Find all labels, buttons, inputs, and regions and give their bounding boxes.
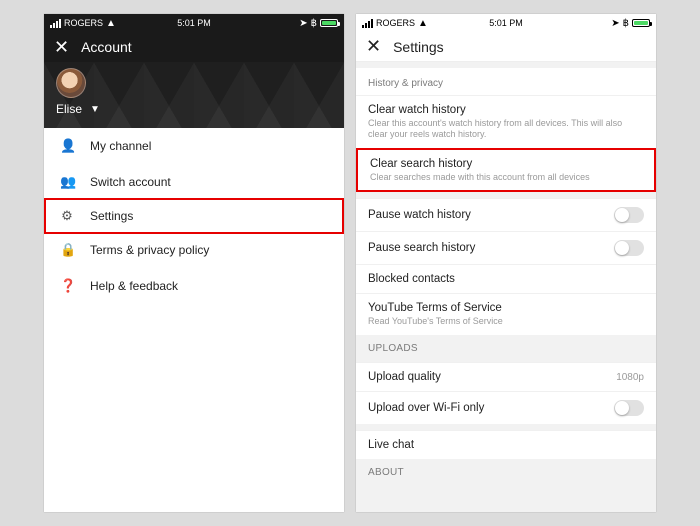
item-clear-search-history[interactable]: Clear search history Clear searches made… — [356, 148, 656, 193]
account-switcher[interactable]: Elise ▼ — [56, 102, 332, 120]
status-bar: ROGERS ▲ 5:01 PM ➤ ฿ — [44, 14, 344, 32]
carrier-label: ROGERS — [376, 18, 415, 28]
item-youtube-tos[interactable]: YouTube Terms of Service Read YouTube's … — [356, 293, 656, 335]
menu-terms[interactable]: 🔒 Terms & privacy policy — [44, 232, 344, 268]
section-history-privacy: History & privacy — [356, 68, 656, 95]
item-clear-watch-history[interactable]: Clear watch history Clear this account's… — [356, 95, 656, 148]
accounts-icon: 👥 — [60, 174, 74, 190]
item-title: YouTube Terms of Service — [368, 302, 644, 314]
menu-label: Settings — [90, 209, 133, 223]
item-live-chat[interactable]: Live chat — [356, 430, 656, 459]
close-icon[interactable]: ✕ — [366, 36, 381, 57]
wifi-icon: ▲ — [106, 18, 116, 29]
battery-icon — [320, 19, 338, 27]
account-menu: 👤 My channel 👥 Switch account ⚙ Settings… — [44, 128, 344, 304]
item-title: Upload quality — [368, 371, 441, 383]
toggle-switch[interactable] — [614, 400, 644, 416]
section-uploads: UPLOADS — [356, 335, 656, 362]
menu-my-channel[interactable]: 👤 My channel — [44, 128, 344, 164]
item-title: Clear watch history — [368, 104, 644, 116]
signal-icon — [50, 19, 61, 28]
phone-settings: ROGERS ▲ 5:01 PM ➤ ฿ ✕ Settings History … — [356, 14, 656, 512]
menu-label: Help & feedback — [90, 279, 178, 293]
person-box-icon: 👤 — [60, 138, 74, 154]
menu-label: Terms & privacy policy — [90, 243, 209, 257]
item-blocked-contacts[interactable]: Blocked contacts — [356, 264, 656, 293]
menu-label: Switch account — [90, 175, 171, 189]
lock-icon: 🔒 — [60, 242, 74, 258]
item-title: Pause watch history — [368, 209, 471, 221]
wifi-icon: ▲ — [418, 18, 428, 29]
phone-account: ROGERS ▲ 5:01 PM ➤ ฿ ✕ Account Elise ▼ 👤 — [44, 14, 344, 512]
location-icon: ➤ — [611, 18, 619, 29]
item-pause-watch-history[interactable]: Pause watch history — [356, 198, 656, 231]
username: Elise — [56, 102, 82, 116]
item-upload-wifi-only[interactable]: Upload over Wi-Fi only — [356, 391, 656, 424]
item-title: Clear search history — [370, 158, 642, 170]
item-subtitle: Clear searches made with this account fr… — [370, 172, 642, 183]
gear-icon: ⚙ — [60, 208, 74, 224]
page-title: Account — [81, 39, 132, 55]
item-pause-search-history[interactable]: Pause search history — [356, 231, 656, 264]
signal-icon — [362, 19, 373, 28]
toggle-switch[interactable] — [614, 240, 644, 256]
status-bar: ROGERS ▲ 5:01 PM ➤ ฿ — [356, 14, 656, 32]
bluetooth-icon: ฿ — [623, 18, 629, 29]
location-icon: ➤ — [299, 18, 307, 29]
item-upload-quality[interactable]: Upload quality 1080p — [356, 362, 656, 391]
item-title: Upload over Wi-Fi only — [368, 402, 484, 414]
toggle-switch[interactable] — [614, 207, 644, 223]
close-icon[interactable]: ✕ — [54, 37, 69, 58]
settings-list[interactable]: History & privacy Clear watch history Cl… — [356, 62, 656, 512]
item-title: Pause search history — [368, 242, 475, 254]
page-title: Settings — [393, 39, 444, 55]
avatar[interactable] — [56, 68, 86, 98]
item-value: 1080p — [616, 372, 644, 383]
header-bar: ✕ Account — [44, 32, 344, 62]
section-about: ABOUT — [356, 459, 656, 486]
menu-label: My channel — [90, 139, 151, 153]
carrier-label: ROGERS — [64, 18, 103, 28]
battery-icon — [632, 19, 650, 27]
account-hero: Elise ▼ — [44, 62, 344, 128]
chevron-down-icon: ▼ — [90, 104, 100, 115]
item-subtitle: Clear this account's watch history from … — [368, 118, 644, 140]
header-bar: ✕ Settings — [356, 32, 656, 62]
bluetooth-icon: ฿ — [311, 18, 317, 29]
menu-switch-account[interactable]: 👥 Switch account — [44, 164, 344, 200]
help-icon: ❓ — [60, 278, 74, 294]
item-title: Blocked contacts — [368, 273, 644, 285]
menu-settings[interactable]: ⚙ Settings — [44, 198, 344, 234]
menu-help[interactable]: ❓ Help & feedback — [44, 268, 344, 304]
item-subtitle: Read YouTube's Terms of Service — [368, 316, 644, 327]
item-title: Live chat — [368, 439, 644, 451]
